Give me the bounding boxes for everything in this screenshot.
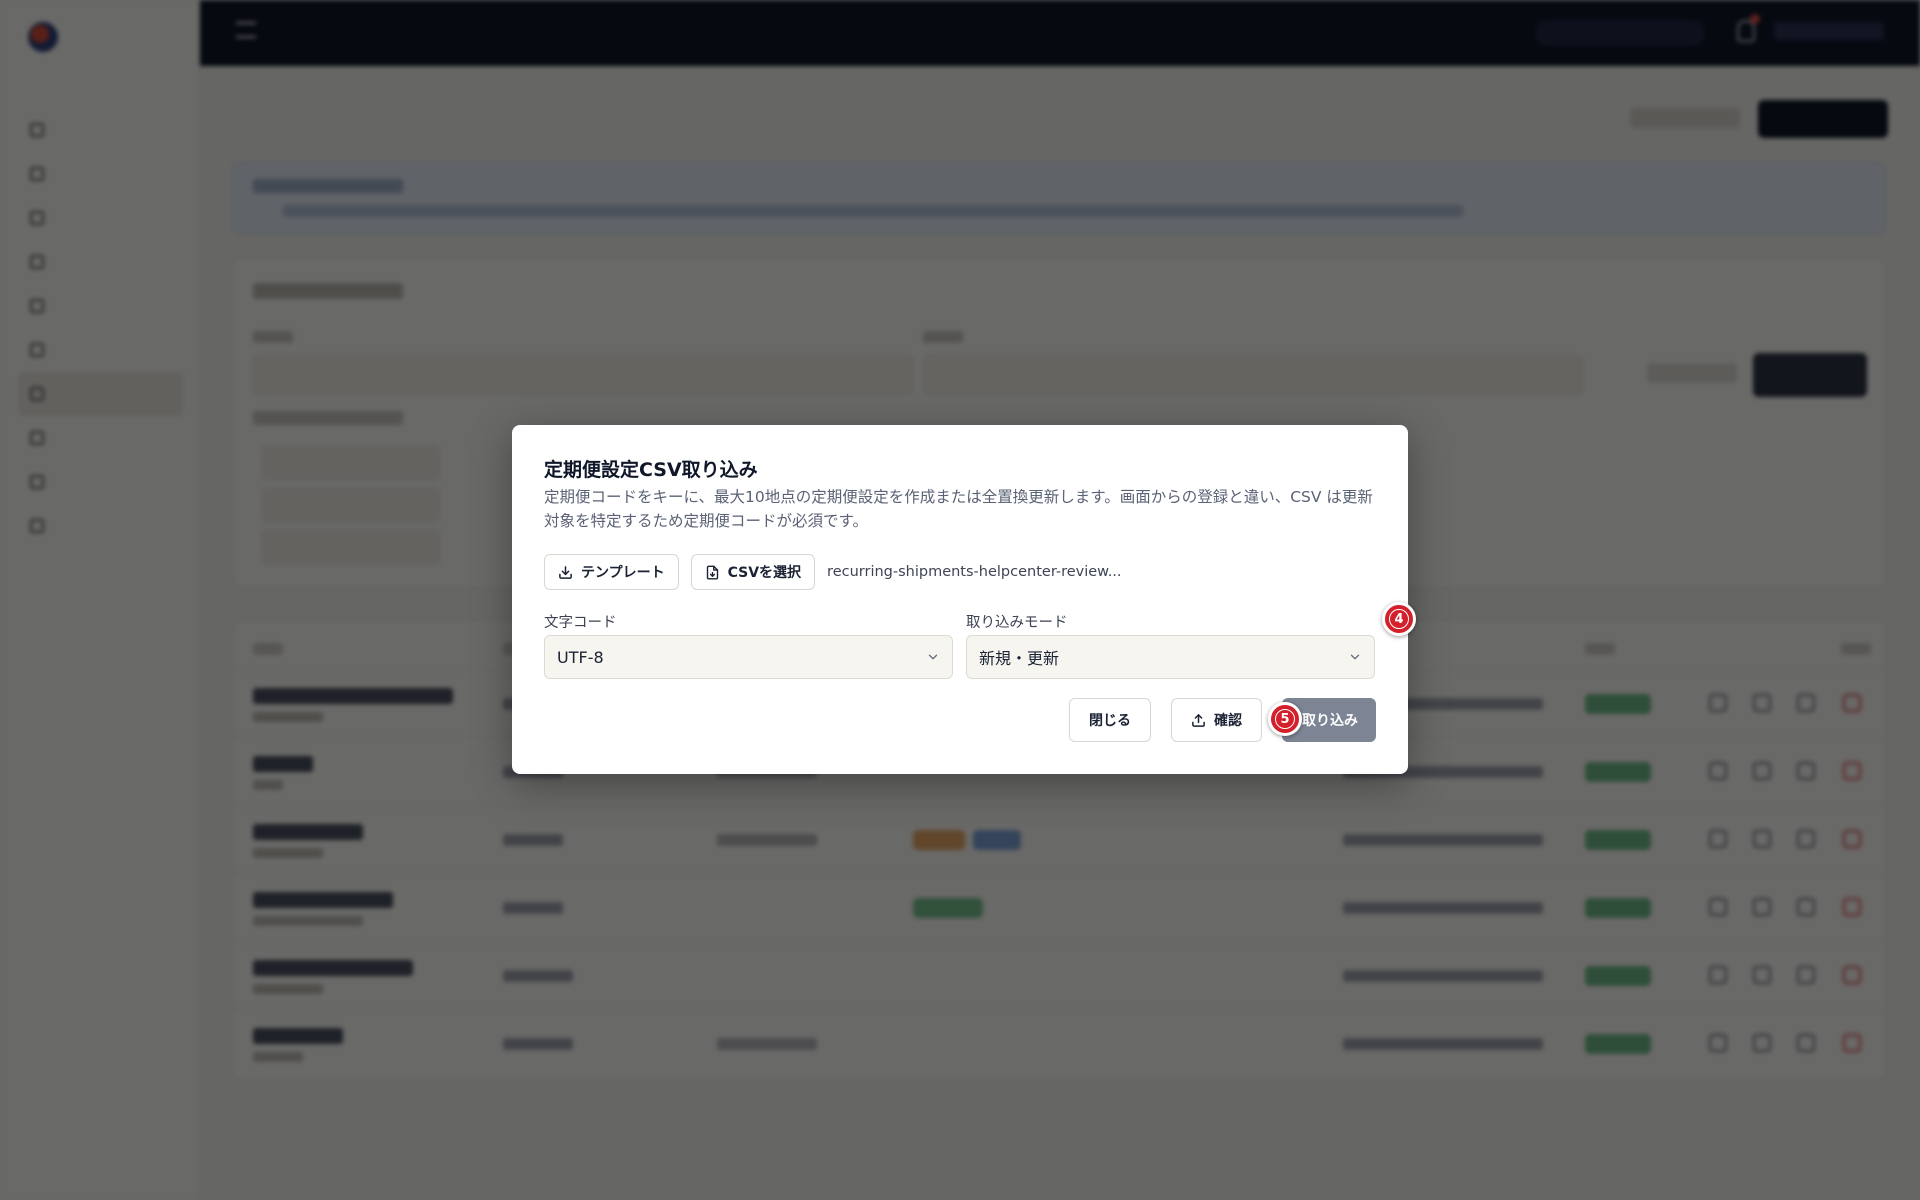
step-marker-4: 4	[1382, 602, 1416, 636]
chevron-down-icon	[1350, 654, 1360, 660]
download-icon	[559, 565, 572, 579]
select-csv-button[interactable]: CSVを選択	[690, 554, 816, 590]
confirm-button-label: 確認	[1214, 713, 1242, 729]
select-csv-label: CSVを選択	[727, 565, 802, 581]
selected-file-name: recurring-shipments-helpcenter-review...	[827, 564, 1122, 580]
template-button-label: テンプレート	[581, 565, 665, 581]
upload-icon	[1192, 713, 1205, 727]
confirm-button[interactable]: 確認	[1171, 698, 1262, 742]
close-button[interactable]: 閉じる	[1069, 698, 1151, 742]
step-marker-5: 5	[1268, 702, 1302, 736]
dialog-description: 定期便コードをキーに、最大10地点の定期便設定を作成または全置換更新します。画面…	[544, 488, 1373, 530]
encoding-label: 文字コード	[544, 615, 617, 631]
dialog-footer: 閉じる 確認 取り込み	[1069, 698, 1376, 742]
step-marker-5-number: 5	[1275, 709, 1295, 729]
chevron-down-icon	[928, 654, 938, 660]
encoding-field: 文字コード UTF-8	[544, 611, 953, 679]
step-marker-4-number: 4	[1389, 609, 1409, 629]
import-mode-select[interactable]: 新規・更新	[966, 635, 1375, 679]
file-row: テンプレート CSVを選択 recurring-shipments-helpce…	[544, 554, 1122, 590]
import-mode-field: 取り込みモード 新規・更新	[966, 611, 1375, 679]
import-mode-label: 取り込みモード	[966, 615, 1068, 631]
encoding-select[interactable]: UTF-8	[544, 635, 953, 679]
import-mode-value: 新規・更新	[979, 649, 1060, 668]
file-icon	[706, 565, 718, 579]
dialog-title: 定期便設定CSV取り込み	[544, 459, 758, 481]
template-download-button[interactable]: テンプレート	[544, 554, 679, 590]
encoding-value: UTF-8	[557, 647, 604, 667]
